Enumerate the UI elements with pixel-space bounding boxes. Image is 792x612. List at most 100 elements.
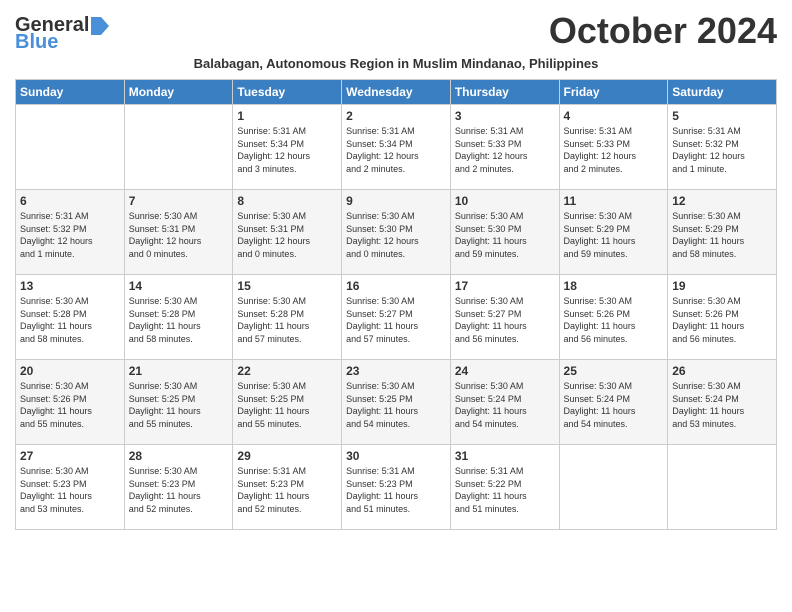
calendar-cell: 30Sunrise: 5:31 AMSunset: 5:23 PMDayligh… [342,445,451,530]
calendar-table: SundayMondayTuesdayWednesdayThursdayFrid… [15,79,777,530]
calendar-cell: 18Sunrise: 5:30 AMSunset: 5:26 PMDayligh… [559,275,668,360]
day-info: Sunrise: 5:30 AMSunset: 5:26 PMDaylight:… [564,295,664,345]
day-number: 9 [346,194,446,208]
logo-icon [91,17,109,35]
day-number: 27 [20,449,120,463]
calendar-cell: 31 Sunrise: 5:31 AMSunset: 5:22 PMDayligh… [450,445,559,530]
day-number: 16 [346,279,446,293]
weekday-header-row: SundayMondayTuesdayWednesdayThursdayFrid… [16,80,777,105]
day-number: 1 [237,109,337,123]
day-number: 17 [455,279,555,293]
day-number: 15 [237,279,337,293]
week-row-4: 20Sunrise: 5:30 AMSunset: 5:26 PMDayligh… [16,360,777,445]
day-info: Sunrise: 5:30 AMSunset: 5:27 PMDaylight:… [455,295,555,345]
day-number: 28 [129,449,229,463]
calendar-cell: 17 Sunrise: 5:30 AMSunset: 5:27 PMDayligh… [450,275,559,360]
calendar-cell: 15 Sunrise: 5:30 AMSunset: 5:28 PMDayligh… [233,275,342,360]
day-number: 31 [455,449,555,463]
day-info: Sunrise: 5:31 AMSunset: 5:32 PMDaylight:… [672,125,772,175]
day-info: Sunrise: 5:30 AMSunset: 5:27 PMDaylight:… [346,295,446,345]
calendar-cell: 27 Sunrise: 5:30 AMSunset: 5:23 PMDayligh… [16,445,125,530]
calendar-cell [559,445,668,530]
calendar-cell: 7 Sunrise: 5:30 AMSunset: 5:31 PMDaylight… [124,190,233,275]
weekday-header-saturday: Saturday [668,80,777,105]
calendar-cell: 11Sunrise: 5:30 AMSunset: 5:29 PMDayligh… [559,190,668,275]
calendar-cell: 12 Sunrise: 5:30 AMSunset: 5:29 PMDayligh… [668,190,777,275]
calendar-cell: 9 Sunrise: 5:30 AMSunset: 5:30 PMDaylight… [342,190,451,275]
calendar-cell [124,105,233,190]
weekday-header-tuesday: Tuesday [233,80,342,105]
day-number: 3 [455,109,555,123]
calendar-cell: 23 Sunrise: 5:30 AMSunset: 5:25 PMDayligh… [342,360,451,445]
day-info: Sunrise: 5:30 AMSunset: 5:28 PMDaylight:… [237,295,337,345]
day-info: Sunrise: 5:31 AMSunset: 5:34 PMDaylight:… [237,125,337,175]
calendar-cell: 28 Sunrise: 5:30 AMSunset: 5:23 PMDayligh… [124,445,233,530]
calendar-cell: 8Sunrise: 5:30 AMSunset: 5:31 PMDaylight… [233,190,342,275]
day-info: Sunrise: 5:31 AMSunset: 5:33 PMDaylight:… [455,125,555,175]
calendar-cell: 3 Sunrise: 5:31 AMSunset: 5:33 PMDaylight… [450,105,559,190]
calendar-cell: 13Sunrise: 5:30 AMSunset: 5:28 PMDayligh… [16,275,125,360]
day-number: 20 [20,364,120,378]
day-info: Sunrise: 5:30 AMSunset: 5:28 PMDaylight:… [129,295,229,345]
day-info: Sunrise: 5:30 AMSunset: 5:29 PMDaylight:… [672,210,772,260]
weekday-header-wednesday: Wednesday [342,80,451,105]
day-info: Sunrise: 5:30 AMSunset: 5:25 PMDaylight:… [237,380,337,430]
day-number: 7 [129,194,229,208]
week-row-2: 6Sunrise: 5:31 AMSunset: 5:32 PMDaylight… [16,190,777,275]
calendar-cell: 4 Sunrise: 5:31 AMSunset: 5:33 PMDaylight… [559,105,668,190]
calendar-cell: 29 Sunrise: 5:31 AMSunset: 5:23 PMDayligh… [233,445,342,530]
day-number: 5 [672,109,772,123]
calendar-subtitle: Balabagan, Autonomous Region in Muslim M… [15,56,777,71]
day-number: 22 [237,364,337,378]
day-number: 23 [346,364,446,378]
day-info: Sunrise: 5:30 AMSunset: 5:25 PMDaylight:… [129,380,229,430]
calendar-cell: 14 Sunrise: 5:30 AMSunset: 5:28 PMDayligh… [124,275,233,360]
day-info: Sunrise: 5:30 AMSunset: 5:25 PMDaylight:… [346,380,446,430]
day-info: Sunrise: 5:30 AMSunset: 5:23 PMDaylight:… [20,465,120,515]
day-number: 11 [564,194,664,208]
calendar-cell: 20Sunrise: 5:30 AMSunset: 5:26 PMDayligh… [16,360,125,445]
day-info: Sunrise: 5:30 AMSunset: 5:31 PMDaylight:… [129,210,229,260]
day-number: 21 [129,364,229,378]
day-info: Sunrise: 5:31 AMSunset: 5:23 PMDaylight:… [346,465,446,515]
calendar-cell: 6Sunrise: 5:31 AMSunset: 5:32 PMDaylight… [16,190,125,275]
day-number: 24 [455,364,555,378]
week-row-5: 27 Sunrise: 5:30 AMSunset: 5:23 PMDayligh… [16,445,777,530]
day-info: Sunrise: 5:30 AMSunset: 5:23 PMDaylight:… [129,465,229,515]
day-info: Sunrise: 5:30 AMSunset: 5:30 PMDaylight:… [455,210,555,260]
day-number: 6 [20,194,120,208]
day-number: 8 [237,194,337,208]
weekday-header-friday: Friday [559,80,668,105]
week-row-3: 13 Sunrise: 5:30 AMSunset: 5:28 PMDayligh… [16,275,777,360]
header-top: General Blue October 2024 [15,10,777,54]
day-number: 12 [672,194,772,208]
calendar-cell: 16 Sunrise: 5:30 AMSunset: 5:27 PMDayligh… [342,275,451,360]
day-info: Sunrise: 5:30 AMSunset: 5:24 PMDaylight:… [455,380,555,430]
day-number: 13 [20,279,120,293]
day-number: 19 [672,279,772,293]
calendar-cell [668,445,777,530]
calendar-cell: 2Sunrise: 5:31 AMSunset: 5:34 PMDaylight… [342,105,451,190]
day-info: Sunrise: 5:31 AMSunset: 5:33 PMDaylight:… [564,125,664,175]
week-row-1: 1 Sunrise: 5:31 AMSunset: 5:34 PMDaylight… [16,105,777,190]
calendar-cell: 22 Sunrise: 5:30 AMSunset: 5:25 PMDayligh… [233,360,342,445]
day-number: 25 [564,364,664,378]
calendar-cell: 25 Sunrise: 5:30 AMSunset: 5:24 PMDayligh… [559,360,668,445]
calendar-cell [16,105,125,190]
calendar-cell: 19Sunrise: 5:30 AMSunset: 5:26 PMDayligh… [668,275,777,360]
day-info: Sunrise: 5:30 AMSunset: 5:24 PMDaylight:… [564,380,664,430]
calendar-cell: 10Sunrise: 5:30 AMSunset: 5:30 PMDayligh… [450,190,559,275]
weekday-header-monday: Monday [124,80,233,105]
day-info: Sunrise: 5:30 AMSunset: 5:30 PMDaylight:… [346,210,446,260]
day-number: 2 [346,109,446,123]
day-number: 29 [237,449,337,463]
day-number: 4 [564,109,664,123]
calendar-cell: 26Sunrise: 5:30 AMSunset: 5:24 PMDayligh… [668,360,777,445]
calendar-cell: 21 Sunrise: 5:30 AMSunset: 5:25 PMDayligh… [124,360,233,445]
day-info: Sunrise: 5:31 AMSunset: 5:23 PMDaylight:… [237,465,337,515]
calendar-cell: 24 Sunrise: 5:30 AMSunset: 5:24 PMDayligh… [450,360,559,445]
logo: General Blue [15,14,109,54]
month-year-title: October 2024 [549,10,777,52]
day-number: 14 [129,279,229,293]
day-info: Sunrise: 5:31 AMSunset: 5:22 PMDaylight:… [455,465,555,515]
